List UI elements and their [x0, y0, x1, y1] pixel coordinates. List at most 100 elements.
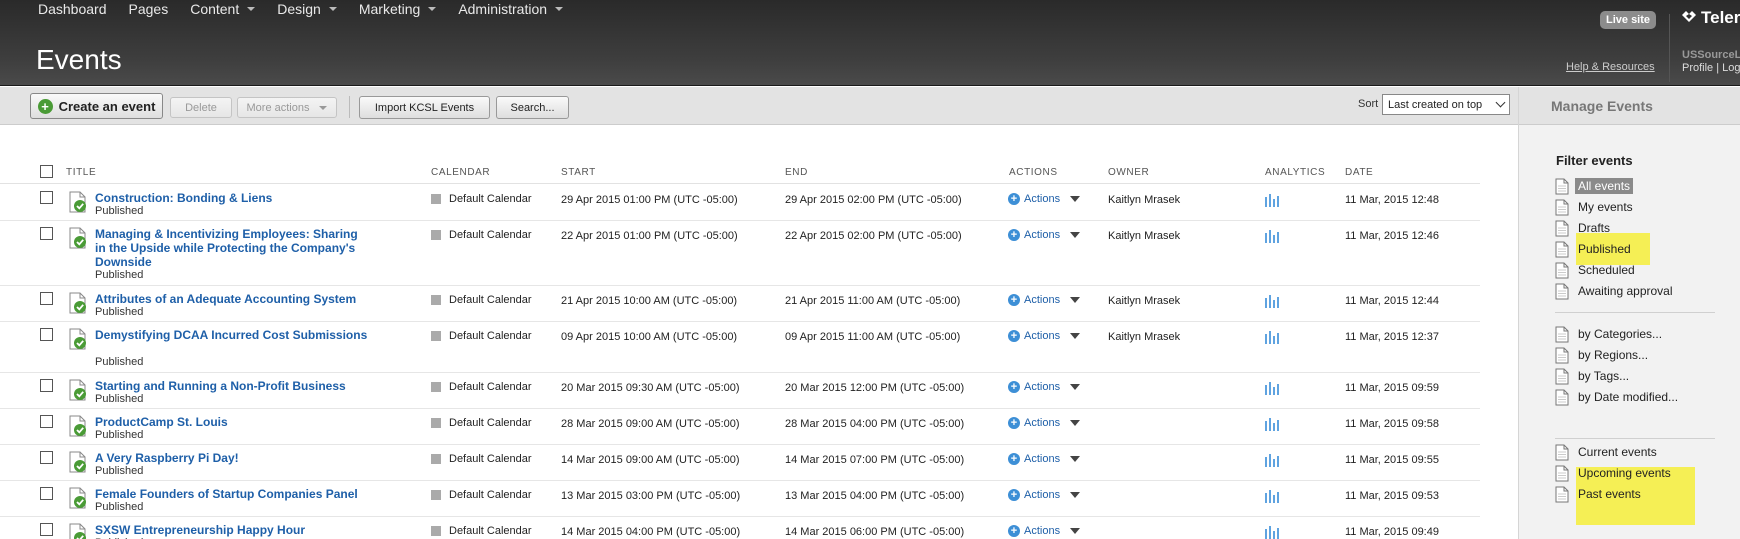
search-button[interactable]: Search... [496, 96, 569, 119]
nav-dashboard[interactable]: Dashboard [38, 1, 107, 17]
plus-icon: + [1008, 453, 1020, 465]
row-checkbox[interactable] [40, 523, 53, 536]
caret-down-icon [328, 7, 337, 11]
filter-item[interactable]: Drafts [1555, 218, 1613, 238]
nav-content[interactable]: Content [190, 1, 256, 17]
filter-item[interactable]: by Categories... [1555, 324, 1665, 344]
more-actions-button[interactable]: More actions [237, 97, 337, 118]
actions-menu[interactable]: + Actions [1008, 489, 1081, 501]
filter-label: by Regions... [1578, 348, 1649, 362]
table-row: ProductCamp St. Louis Published Default … [0, 409, 1480, 445]
analytics-bar-chart-icon[interactable] [1265, 381, 1281, 395]
row-checkbox[interactable] [40, 328, 53, 341]
analytics-bar-chart-icon[interactable] [1265, 417, 1281, 431]
actions-menu[interactable]: + Actions [1008, 193, 1081, 205]
col-start[interactable]: START [561, 167, 596, 178]
col-owner[interactable]: OWNER [1108, 167, 1149, 178]
col-date[interactable]: DATE [1345, 167, 1373, 178]
filter-heading: Filter events [1556, 153, 1633, 168]
caret-down-icon [1070, 420, 1081, 426]
filter-item[interactable]: Awaiting approval [1555, 281, 1676, 301]
caret-down-icon [319, 105, 328, 110]
filter-item[interactable]: Published [1555, 239, 1634, 259]
brand-logo[interactable]: Teler [1681, 8, 1740, 28]
filter-item[interactable]: My events [1555, 197, 1636, 217]
logout-link[interactable]: Logo [1722, 62, 1740, 74]
filter-item[interactable]: All events [1555, 176, 1634, 196]
actions-menu[interactable]: + Actions [1008, 229, 1081, 241]
event-title-link[interactable]: Attributes of an Adequate Accounting Sys… [95, 292, 370, 306]
nav-administration[interactable]: Administration [458, 1, 564, 17]
event-title-link[interactable]: A Very Raspberry Pi Day! [95, 451, 370, 465]
help-resources-link[interactable]: Help & Resources [1566, 61, 1655, 73]
actions-label: Actions [1024, 489, 1061, 501]
analytics-bar-chart-icon[interactable] [1265, 229, 1281, 243]
live-site-button[interactable]: Live site [1600, 11, 1657, 29]
actions-menu[interactable]: + Actions [1008, 381, 1081, 393]
analytics-bar-chart-icon[interactable] [1265, 193, 1281, 207]
row-checkbox[interactable] [40, 451, 53, 464]
calendar-color-swatch [431, 230, 441, 240]
filter-item[interactable]: Upcoming events [1555, 463, 1674, 483]
actions-label: Actions [1024, 525, 1061, 537]
analytics-bar-chart-icon[interactable] [1265, 330, 1281, 344]
import-kcsl-events-button[interactable]: Import KCSL Events [359, 96, 490, 119]
nav-design[interactable]: Design [277, 1, 337, 17]
filter-item[interactable]: by Date modified... [1555, 387, 1681, 407]
document-icon [1555, 262, 1569, 278]
owner-cell: Kaitlyn Mrasek [1108, 331, 1181, 343]
nav-marketing[interactable]: Marketing [359, 1, 437, 17]
actions-menu[interactable]: + Actions [1008, 330, 1081, 342]
col-end[interactable]: END [785, 167, 808, 178]
actions-menu[interactable]: + Actions [1008, 453, 1081, 465]
row-checkbox[interactable] [40, 487, 53, 500]
analytics-bar-chart-icon[interactable] [1265, 453, 1281, 467]
event-title-link[interactable]: Managing & Incentivizing Employees: Shar… [95, 227, 370, 269]
event-title-link[interactable]: Demystifying DCAA Incurred Cost Submissi… [95, 328, 370, 342]
published-document-icon [69, 379, 86, 401]
start-cell: 13 Mar 2015 03:00 PM (UTC -05:00) [561, 490, 741, 502]
filter-label: Past events [1578, 487, 1641, 501]
col-title[interactable]: TITLE [66, 167, 96, 178]
analytics-bar-chart-icon[interactable] [1265, 525, 1281, 539]
filter-item[interactable]: by Regions... [1555, 345, 1651, 365]
filter-item[interactable]: Past events [1555, 484, 1644, 504]
row-checkbox[interactable] [40, 379, 53, 392]
delete-button[interactable]: Delete [170, 97, 232, 118]
published-document-icon [69, 523, 86, 539]
filter-item[interactable]: Current events [1555, 442, 1660, 462]
event-title-link[interactable]: ProductCamp St. Louis [95, 415, 370, 429]
nav-pages[interactable]: Pages [129, 1, 169, 17]
caret-down-icon [1070, 528, 1081, 534]
table-header: TITLE CALENDAR START END ACTIONS OWNER A… [0, 158, 1480, 184]
row-checkbox[interactable] [40, 191, 53, 204]
calendar-cell: Default Calendar [431, 525, 532, 537]
sort-select[interactable]: Last created on top [1382, 94, 1510, 115]
row-checkbox[interactable] [40, 292, 53, 305]
actions-menu[interactable]: + Actions [1008, 417, 1081, 429]
plus-icon: + [1008, 294, 1020, 306]
date-cell: 11 Mar, 2015 12:48 [1345, 194, 1439, 206]
col-calendar[interactable]: CALENDAR [431, 167, 490, 178]
end-cell: 21 Apr 2015 11:00 AM (UTC -05:00) [785, 295, 961, 307]
event-title-link[interactable]: Construction: Bonding & Liens [95, 191, 370, 205]
actions-menu[interactable]: + Actions [1008, 525, 1081, 537]
event-title-link[interactable]: SXSW Entrepreneurship Happy Hour [95, 523, 370, 537]
filter-item[interactable]: Scheduled [1555, 260, 1638, 280]
event-title-link[interactable]: Female Founders of Startup Companies Pan… [95, 487, 370, 501]
select-all-checkbox[interactable] [40, 165, 53, 178]
analytics-bar-chart-icon[interactable] [1265, 489, 1281, 503]
row-checkbox[interactable] [40, 415, 53, 428]
row-checkbox[interactable] [40, 227, 53, 240]
calendar-color-swatch [431, 490, 441, 500]
user-name: USSourceL [1682, 49, 1740, 61]
event-title-link[interactable]: Starting and Running a Non-Profit Busine… [95, 379, 370, 393]
filter-label: by Date modified... [1578, 390, 1679, 404]
date-cell: 11 Mar, 2015 12:37 [1345, 331, 1439, 343]
create-event-button[interactable]: + Create an event [30, 93, 163, 119]
end-cell: 22 Apr 2015 02:00 PM (UTC -05:00) [785, 230, 962, 242]
filter-item[interactable]: by Tags... [1555, 366, 1632, 386]
analytics-bar-chart-icon[interactable] [1265, 294, 1281, 308]
actions-menu[interactable]: + Actions [1008, 294, 1081, 306]
profile-link[interactable]: Profile [1682, 62, 1713, 74]
